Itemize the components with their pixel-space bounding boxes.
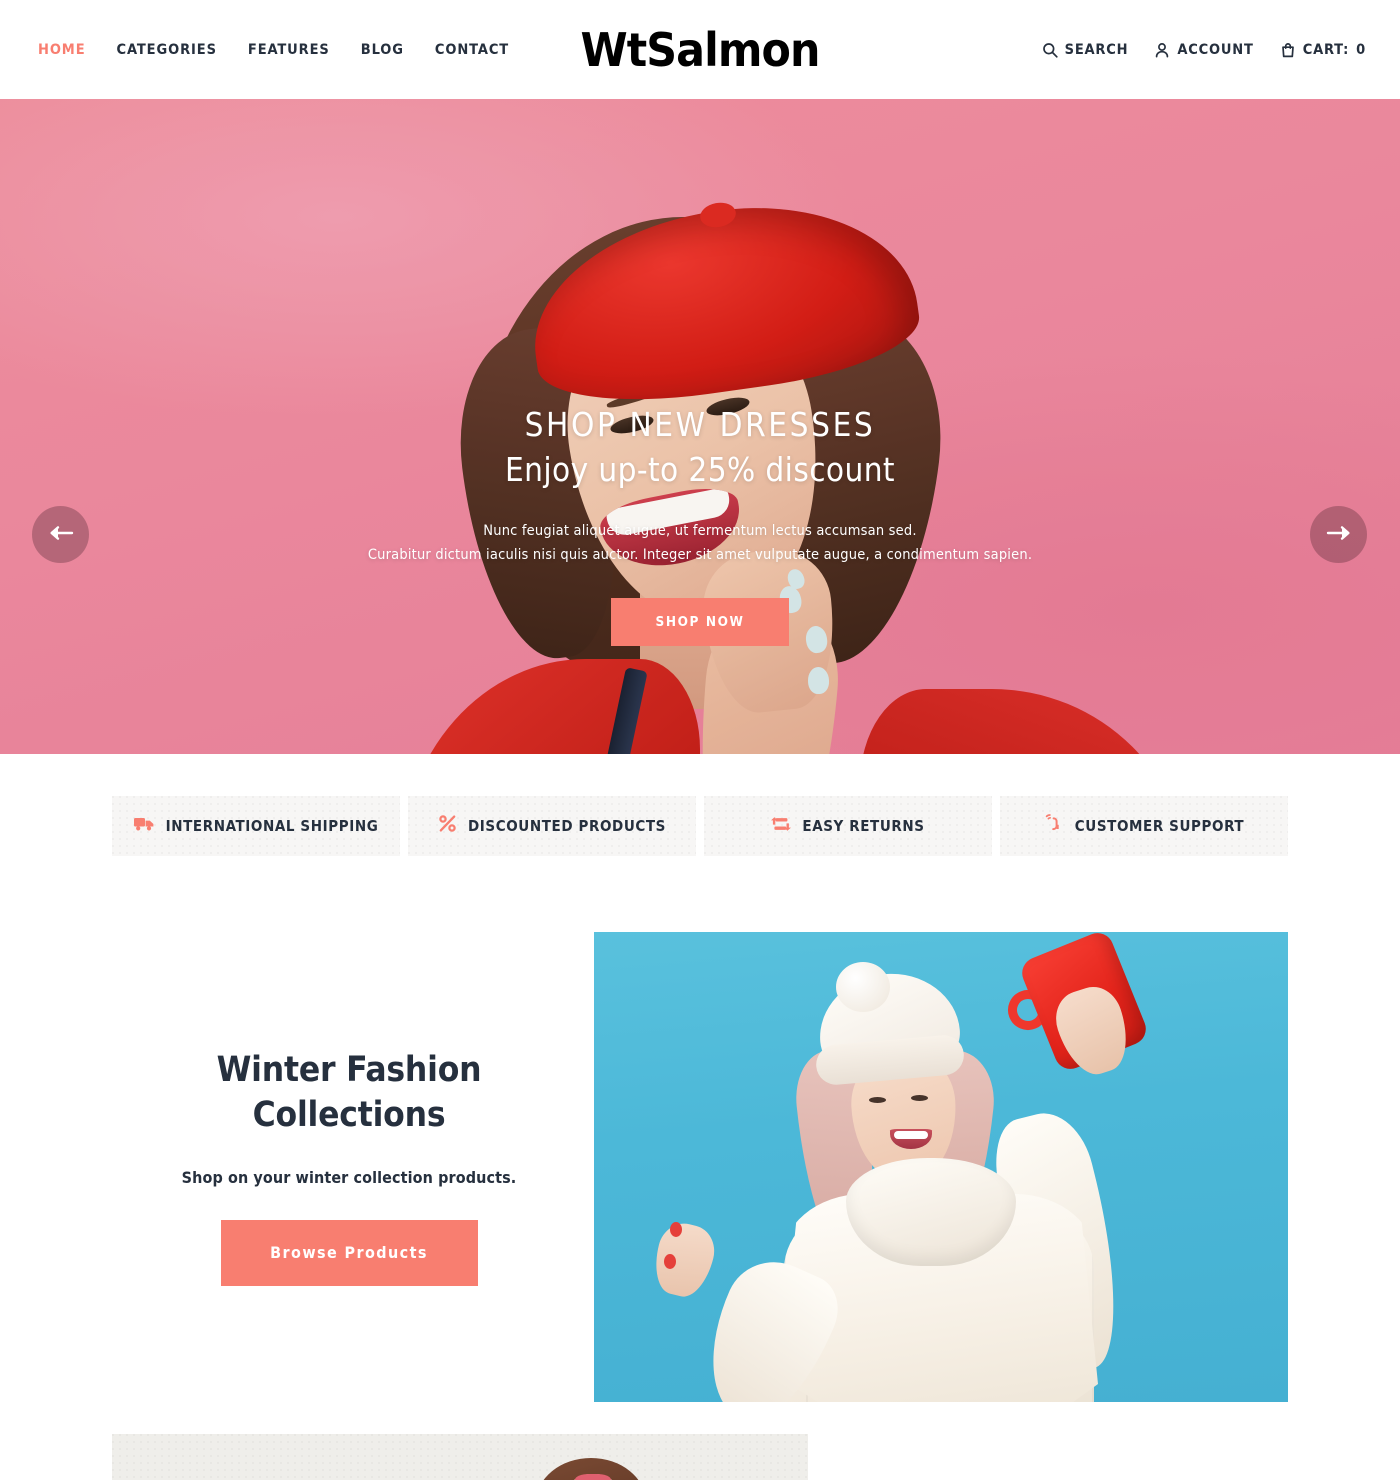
feature-label: EASY RETURNS bbox=[802, 817, 925, 835]
cart-button[interactable]: CART: 0 bbox=[1280, 42, 1366, 58]
arrow-left-icon bbox=[48, 525, 74, 544]
feature-discounted-products[interactable]: DISCOUNTED PRODUCTS bbox=[408, 796, 696, 856]
cart-count: 0 bbox=[1356, 41, 1366, 58]
percent-icon bbox=[438, 814, 457, 838]
arrow-right-icon bbox=[1326, 525, 1352, 544]
user-icon bbox=[1154, 42, 1170, 58]
feature-label: DISCOUNTED PRODUCTS bbox=[467, 817, 667, 835]
feature-easy-returns[interactable]: EASY RETURNS bbox=[704, 796, 992, 856]
cart-label: CART: bbox=[1302, 41, 1350, 58]
feature-label: CUSTOMER SUPPORT bbox=[1074, 817, 1245, 835]
hero-description-line-2: Curabitur dictum iaculis nisi quis aucto… bbox=[367, 546, 1033, 563]
feature-customer-support[interactable]: CUSTOMER SUPPORT bbox=[1000, 796, 1288, 856]
winter-collection-subtitle: Shop on your winter collection products. bbox=[181, 1168, 517, 1188]
phone-support-icon bbox=[1044, 814, 1064, 838]
header-actions: SEARCH ACCOUNT CART: 0 bbox=[1042, 42, 1366, 58]
search-label: SEARCH bbox=[1064, 41, 1129, 58]
main-navigation: HOME CATEGORIES FEATURES BLOG CONTACT bbox=[38, 42, 509, 58]
browse-products-button[interactable]: Browse Products bbox=[220, 1220, 478, 1287]
winter-title-line-1: Winter Fashion bbox=[216, 1049, 482, 1090]
features-list: INTERNATIONAL SHIPPING DISCOUNTED PRODUC… bbox=[112, 796, 1288, 856]
site-logo[interactable]: WtSalmon bbox=[581, 27, 821, 73]
exchange-icon bbox=[771, 815, 792, 838]
nav-item-home[interactable]: HOME bbox=[38, 42, 86, 58]
nav-item-categories[interactable]: CATEGORIES bbox=[117, 42, 217, 58]
feature-international-shipping[interactable]: INTERNATIONAL SHIPPING bbox=[112, 796, 400, 856]
nav-item-features[interactable]: FEATURES bbox=[248, 42, 330, 58]
winter-collection-title: Winter Fashion Collections bbox=[112, 1048, 586, 1138]
hero-content: SHOP NEW DRESSES Enjoy up-to 25% discoun… bbox=[0, 404, 1400, 647]
hero-title: SHOP NEW DRESSES bbox=[524, 405, 876, 444]
winter-collection-section: Winter Fashion Collections Shop on your … bbox=[112, 932, 1288, 1402]
hero-subtitle: Enjoy up-to 25% discount bbox=[505, 450, 895, 490]
winter-collection-image bbox=[594, 932, 1288, 1402]
next-section-preview bbox=[112, 1434, 808, 1480]
nav-item-contact[interactable]: CONTACT bbox=[435, 42, 509, 58]
hero-shop-now-button[interactable]: SHOP NOW bbox=[611, 598, 789, 647]
features-section: INTERNATIONAL SHIPPING DISCOUNTED PRODUC… bbox=[0, 754, 1400, 856]
winter-title-line-2: Collections bbox=[252, 1094, 446, 1135]
carousel-prev-button[interactable] bbox=[32, 506, 89, 563]
account-label: ACCOUNT bbox=[1177, 41, 1254, 58]
hero-description: Nunc feugiat aliquet augue, ut fermentum… bbox=[0, 520, 1400, 567]
search-button[interactable]: SEARCH bbox=[1042, 42, 1129, 58]
feature-label: INTERNATIONAL SHIPPING bbox=[165, 817, 379, 835]
winter-collection-text: Winter Fashion Collections Shop on your … bbox=[112, 1048, 594, 1287]
account-button[interactable]: ACCOUNT bbox=[1154, 42, 1253, 58]
search-icon bbox=[1042, 42, 1058, 58]
hero-description-line-1: Nunc feugiat aliquet augue, ut fermentum… bbox=[483, 523, 917, 540]
carousel-next-button[interactable] bbox=[1310, 506, 1367, 563]
nav-item-blog[interactable]: BLOG bbox=[361, 42, 404, 58]
hero-carousel: SHOP NEW DRESSES Enjoy up-to 25% discoun… bbox=[0, 99, 1400, 754]
truck-icon bbox=[133, 815, 155, 837]
site-header: HOME CATEGORIES FEATURES BLOG CONTACT Wt… bbox=[0, 0, 1400, 99]
shopping-bag-icon bbox=[1280, 42, 1296, 58]
